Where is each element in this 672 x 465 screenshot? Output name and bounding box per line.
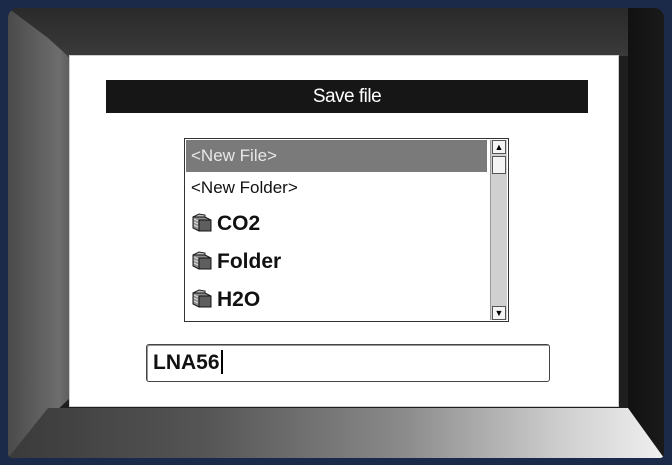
filename-input-value: LNA56 [153, 351, 220, 374]
list-item-label: H2O [217, 288, 261, 311]
scroll-thumb[interactable] [492, 156, 506, 174]
list-item-folder-h2o[interactable]: H2O [186, 282, 487, 318]
screen-bevel-right [628, 8, 664, 458]
list-item-new-folder[interactable]: <New Folder> [186, 172, 487, 204]
save-dialog: Save file <New File> <New Folder> CO2 Fo… [70, 56, 618, 406]
device-frame: Save file <New File> <New Folder> CO2 Fo… [0, 0, 672, 465]
screen: Save file <New File> <New Folder> CO2 Fo… [8, 8, 664, 458]
file-list[interactable]: <New File> <New Folder> CO2 Folder H2O ▲… [184, 138, 509, 322]
screen-bevel-left [8, 8, 70, 458]
screen-bevel-bottom [8, 408, 664, 458]
list-item-new-file[interactable]: <New File> [186, 140, 487, 172]
scroll-down-arrow-icon[interactable]: ▼ [492, 306, 506, 320]
folder-icon [191, 247, 215, 270]
scroll-up-arrow-icon[interactable]: ▲ [492, 140, 506, 154]
list-item-label: CO2 [217, 212, 261, 235]
folder-icon [191, 209, 215, 232]
dialog-title: Save file [106, 80, 588, 113]
list-item-label: <New Folder> [191, 178, 298, 197]
screen-bevel-top [8, 8, 664, 56]
list-item-folder-co2[interactable]: CO2 [186, 206, 487, 242]
filename-input[interactable]: LNA56 [146, 344, 550, 382]
list-item-label: Folder [217, 250, 282, 273]
list-item-folder-folder[interactable]: Folder [186, 244, 487, 280]
list-item-label: <New File> [191, 146, 277, 165]
list-scrollbar[interactable]: ▲ ▼ [490, 140, 507, 320]
text-cursor [220, 350, 223, 374]
folder-icon [191, 285, 215, 308]
